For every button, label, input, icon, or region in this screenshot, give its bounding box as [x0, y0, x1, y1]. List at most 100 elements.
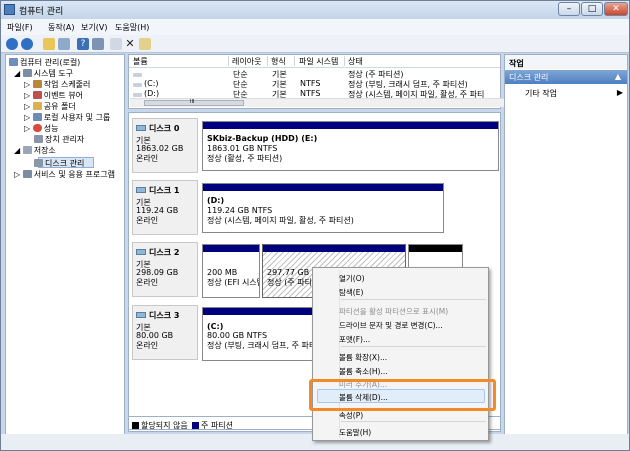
actions-header: 작업 — [505, 55, 627, 69]
menu-file[interactable]: 파일(F) — [7, 22, 33, 33]
cell-fs: NTFS — [300, 89, 321, 98]
disk-2-label[interactable]: 디스크 2 기본 298.09 GB 온라인 — [132, 242, 198, 297]
users-icon — [32, 113, 42, 121]
partition-name: (C:) — [207, 322, 224, 331]
tree-system-tools[interactable]: ◢ 시스템 도구 — [14, 68, 73, 79]
menu-mark-active[interactable]: 파티션을 활성 파티션으로 표시(M) — [339, 306, 448, 317]
shared-folder-icon — [32, 102, 42, 110]
toolbar: ? ✕ — [1, 35, 629, 53]
drive-icon — [133, 93, 142, 97]
tree-local-users[interactable]: ▷ 로컬 사용자 및 그룹 — [24, 112, 110, 123]
menu-separator — [341, 421, 486, 422]
show-hide-tree-icon[interactable] — [58, 38, 70, 50]
back-icon[interactable] — [6, 38, 18, 50]
refresh-icon[interactable] — [110, 38, 122, 50]
disk-size: 1863.02 GB — [136, 144, 184, 153]
table-row[interactable] — [133, 69, 144, 78]
disk-icon — [136, 249, 146, 255]
menu-shrink[interactable]: 볼륨 축소(H)... — [339, 366, 388, 377]
partition-status: 정상 (EFI 시스템 — [207, 278, 259, 287]
disk-icon — [136, 312, 146, 318]
tree-task-scheduler[interactable]: ▷ 작업 스케줄러 — [24, 79, 90, 90]
partition-name: (D:) — [207, 196, 225, 205]
partition-d[interactable]: (D:) 119.24 GB NTFS 정상 (시스템, 페이지 파일, 활성,… — [202, 183, 444, 233]
storage-icon — [22, 146, 32, 154]
close-button[interactable]: ✕ — [604, 2, 628, 16]
tree-performance[interactable]: ▷ 성능 — [24, 123, 58, 134]
minimize-button[interactable]: – — [558, 2, 580, 16]
table-row[interactable]: (D:) — [133, 89, 159, 98]
legend-unallocated: 할당되지 않음 — [132, 420, 188, 431]
menu-help[interactable]: 도움말(H) — [339, 427, 371, 438]
tree-event-viewer[interactable]: ▷ 이벤트 뷰어 — [24, 90, 83, 101]
disk-state: 온라인 — [136, 278, 159, 287]
delete-icon[interactable]: ✕ — [124, 38, 136, 50]
header-divider — [129, 67, 500, 68]
disk-0-label[interactable]: 디스크 0 기본 1863.02 GB 온라인 — [132, 118, 198, 173]
menu-format[interactable]: 포맷(F)... — [339, 334, 370, 345]
partition-size: 297.77 GB — [267, 268, 310, 277]
actions-pane: 작업 디스크 관리 ▲ 기타 작업 ▶ — [504, 54, 628, 450]
navigation-tree: 컴퓨터 관리(로컬) ◢ 시스템 도구 ▷ 작업 스케줄러 ▷ 이벤트 뷰어 ▷… — [5, 54, 125, 450]
disk-icon — [136, 125, 146, 131]
performance-icon — [32, 124, 42, 132]
menu-action[interactable]: 동작(A) — [48, 22, 74, 33]
primary-bar — [263, 245, 405, 252]
menu-separator — [341, 299, 486, 300]
partition-name: SKbiz-Backup (HDD) (E:) — [207, 134, 318, 143]
context-menu: 열기(O) 탐색(E) 파티션을 활성 파티션으로 표시(M) 드라이브 문자 … — [312, 267, 489, 441]
menu-extend[interactable]: 볼륨 확장(X)... — [339, 352, 387, 363]
tree-disk-management[interactable]: 디스크 관리 — [34, 158, 84, 169]
menu-properties[interactable]: 속성(P) — [339, 410, 363, 421]
tools-icon — [22, 69, 32, 77]
col-type[interactable]: 형식 — [271, 56, 295, 66]
actions-disk-management[interactable]: 디스크 관리 ▲ — [505, 70, 627, 84]
col-filesystem[interactable]: 파일 시스템 — [299, 56, 345, 66]
device-manager-icon — [34, 135, 43, 143]
partition-status: 정상 (시스템, 페이지 파일, 활성, 주 파티션) — [207, 216, 354, 225]
window-title: 컴퓨터 관리 — [19, 7, 64, 17]
table-row[interactable]: (C:) — [133, 79, 159, 88]
up-folder-icon[interactable] — [43, 38, 55, 50]
disk-size: 298.09 GB — [136, 268, 179, 277]
col-status[interactable]: 상태 — [348, 56, 498, 66]
menu-change-letter[interactable]: 드라이브 문자 및 경로 변경(C)... — [339, 320, 443, 331]
volume-list: 볼륨 레이아웃 형식 파일 시스템 상태 단순 기본 정상 (주 파티션) (C… — [128, 54, 627, 109]
partition-e[interactable]: SKbiz-Backup (HDD) (E:) 1863.01 GB NTFS … — [202, 121, 499, 171]
tree-services[interactable]: ▷ 서비스 및 응용 프로그램 — [14, 169, 115, 180]
maximize-button[interactable]: □ — [581, 2, 603, 16]
tree-device-manager[interactable]: 장치 관리자 — [34, 134, 84, 145]
drive-icon — [133, 83, 142, 87]
partition-efi[interactable]: 200 MB 정상 (EFI 시스템 — [202, 244, 260, 298]
scheduler-icon — [32, 80, 42, 88]
menu-open[interactable]: 열기(O) — [339, 273, 365, 284]
unallocated-bar — [409, 245, 462, 252]
properties-icon[interactable] — [92, 38, 104, 50]
collapse-icon[interactable]: ▲ — [615, 72, 621, 81]
help-icon[interactable]: ? — [77, 38, 89, 50]
col-layout[interactable]: 레이아웃 — [232, 56, 268, 66]
tree-shared-folders[interactable]: ▷ 공유 폴더 — [24, 101, 76, 112]
legend-primary: 주 파티션 — [192, 420, 233, 431]
disk-3-label[interactable]: 디스크 3 기본 80.00 GB 온라인 — [132, 305, 198, 360]
menu-explore[interactable]: 탐색(E) — [339, 287, 363, 298]
col-volume[interactable]: 볼륨 — [133, 56, 229, 66]
event-viewer-icon — [32, 91, 42, 99]
primary-bar — [203, 122, 498, 129]
disk-icon — [34, 159, 43, 167]
disk-1-label[interactable]: 디스크 1 기본 119.24 GB 온라인 — [132, 180, 198, 235]
menu-help[interactable]: 도움말(H) — [115, 22, 149, 33]
partition-size: 1863.01 GB NTFS — [207, 144, 278, 153]
primary-bar — [203, 245, 259, 252]
checkbox-icon[interactable] — [139, 38, 151, 50]
drive-icon — [133, 73, 142, 77]
menu-view[interactable]: 보기(V) — [81, 22, 107, 33]
scroll-thumb[interactable]: III — [144, 99, 244, 106]
partition-size: 200 MB — [207, 268, 238, 277]
tree-root[interactable]: 컴퓨터 관리(로컬) — [9, 57, 80, 68]
menu-bar: 파일(F) 동작(A) 보기(V) 도움말(H) — [1, 19, 629, 35]
tree-storage[interactable]: ◢ 저장소 — [14, 145, 56, 156]
actions-more[interactable]: 기타 작업 ▶ — [525, 88, 625, 99]
partition-size: 80.00 GB NTFS — [207, 331, 268, 340]
forward-icon[interactable] — [21, 38, 33, 50]
